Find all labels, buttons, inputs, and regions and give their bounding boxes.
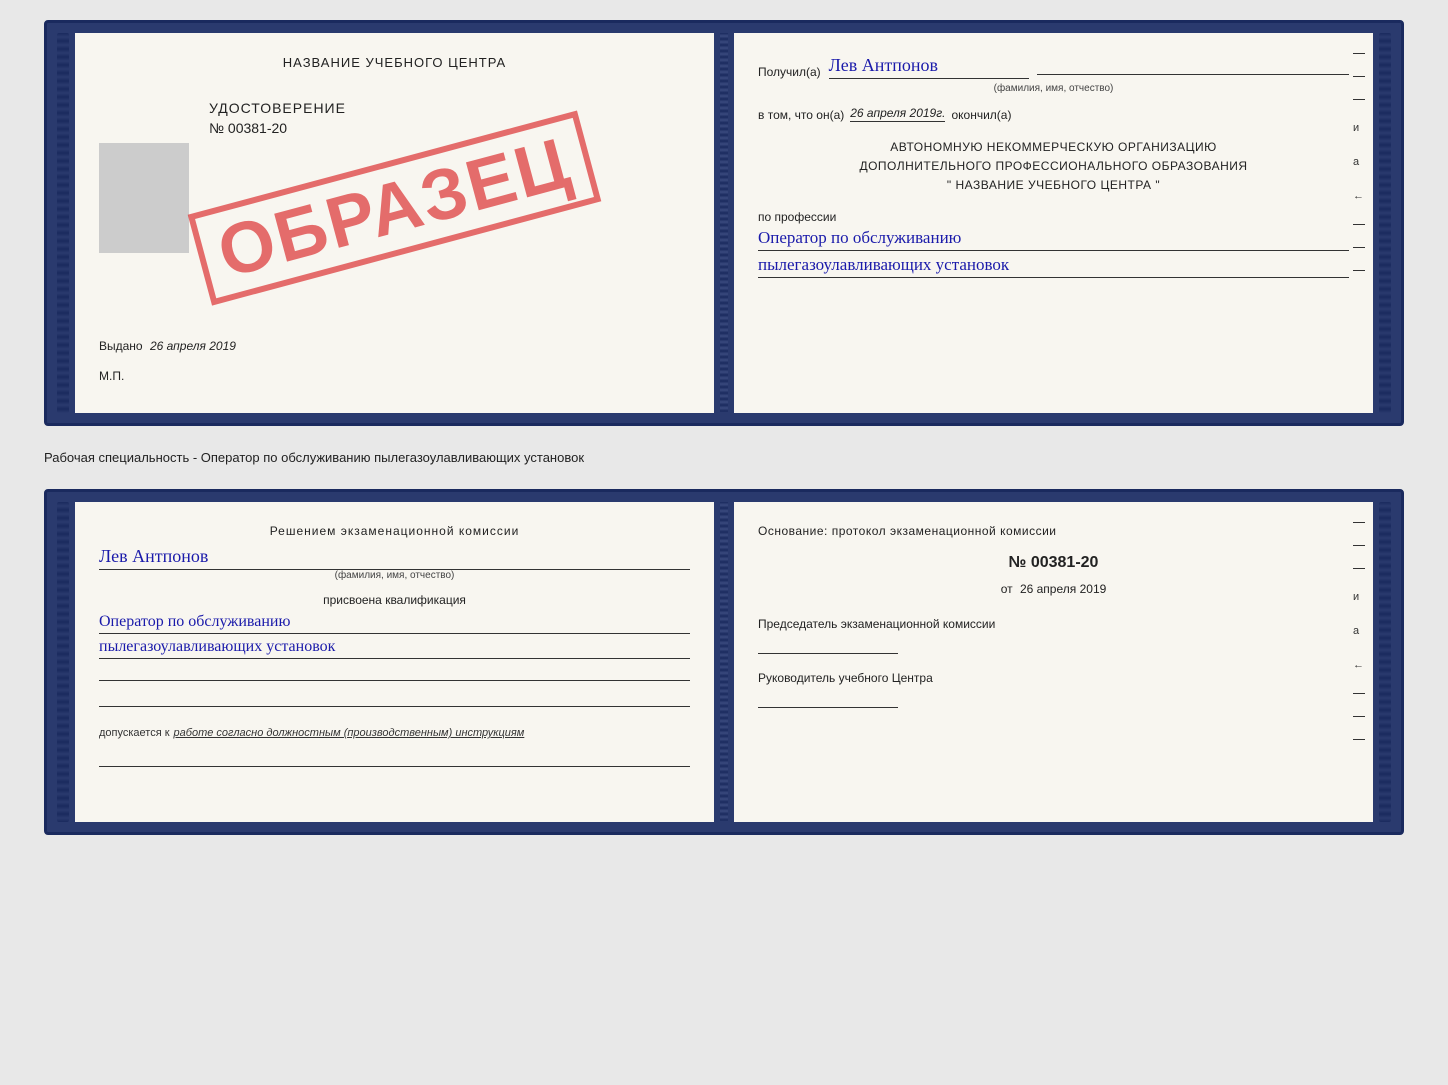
b-side-dash-4 (1353, 693, 1365, 694)
rukovoditel-section: Руководитель учебного Центра (758, 670, 1349, 708)
left-page: НАЗВАНИЕ УЧЕБНОГО ЦЕНТРА ОБРАЗЕЦ УДОСТОВ… (75, 33, 714, 413)
side-dash-2 (1353, 76, 1365, 77)
side-dash-3 (1353, 99, 1365, 100)
ot-label: от (1001, 582, 1013, 596)
okonchil-label: окончил(а) (951, 108, 1011, 122)
vydano-label: Выдано (99, 339, 143, 353)
vtom-date: 26 апреля 2019г. (850, 106, 945, 122)
center-spine (720, 33, 728, 413)
bottom-certificate-book: Решением экзаменационной комиссии Лев Ан… (44, 489, 1404, 835)
org-line2: ДОПОЛНИТЕЛЬНОГО ПРОФЕССИОНАЛЬНОГО ОБРАЗО… (758, 157, 1349, 176)
vtom-label: в том, что он(а) (758, 108, 844, 122)
vtom-line: в том, что он(а) 26 апреля 2019г. окончи… (758, 106, 1349, 122)
bottom-profession-line2: пылегазоулавливающих установок (99, 638, 690, 659)
org-block: АВТОНОМНУЮ НЕКОММЕРЧЕСКУЮ ОРГАНИЗАЦИЮ ДО… (758, 138, 1349, 196)
b-side-dash-6 (1353, 739, 1365, 740)
i-label: и (1353, 122, 1365, 134)
recipient-name: Лев Антпонов (829, 55, 1029, 79)
blank-line-2 (99, 689, 690, 707)
mp-line: М.П. (99, 369, 124, 383)
b-a-label: а (1353, 625, 1365, 637)
b-side-dash-3 (1353, 568, 1365, 569)
book-spine-right (1379, 33, 1391, 413)
bottom-spine-right (1379, 502, 1391, 822)
profession-line2: пылегазоулавливающих установок (758, 255, 1349, 278)
page-wrapper: НАЗВАНИЕ УЧЕБНОГО ЦЕНТРА ОБРАЗЕЦ УДОСТОВ… (44, 20, 1404, 835)
fio-label: (фамилия, имя, отчество) (758, 83, 1349, 94)
po-professii-label: по профессии (758, 210, 1349, 224)
b-side-dash-5 (1353, 716, 1365, 717)
photo-placeholder (99, 143, 189, 253)
cert-title: НАЗВАНИЕ УЧЕБНОГО ЦЕНТРА (99, 55, 690, 70)
org-line1: АВТОНОМНУЮ НЕКОММЕРЧЕСКУЮ ОРГАНИЗАЦИЮ (758, 138, 1349, 157)
vydano-date: 26 апреля 2019 (150, 339, 236, 353)
side-dash-1 (1353, 53, 1365, 54)
org-line3: " НАЗВАНИЕ УЧЕБНОГО ЦЕНТРА " (758, 176, 1349, 195)
udostoverenie-block: УДОСТОВЕРЕНИЕ № 00381-20 (209, 100, 690, 136)
side-dashes: и а ← (1353, 53, 1365, 271)
bottom-fio-label: (фамилия, имя, отчество) (99, 570, 690, 581)
rukovoditel-label: Руководитель учебного Центра (758, 670, 1349, 687)
b-side-dash-2 (1353, 545, 1365, 546)
rukovoditel-signature-line (758, 707, 898, 708)
blank-line-3 (99, 749, 690, 767)
protocol-number: № 00381-20 (758, 554, 1349, 572)
bottom-center-spine (720, 502, 728, 822)
side-dash-6 (1353, 270, 1365, 271)
bottom-left-page: Решением экзаменационной комиссии Лев Ан… (75, 502, 714, 822)
blank-line-1 (99, 663, 690, 681)
poluchil-line: Получил(а) Лев Антпонов (758, 55, 1349, 79)
side-dash-4 (1353, 224, 1365, 225)
bottom-side-dashes: и а ← (1353, 522, 1365, 740)
predsedatel-signature-line (758, 653, 898, 654)
name-dash-line (1037, 74, 1349, 75)
arrow-label: ← (1353, 190, 1365, 202)
right-page: Получил(а) Лев Антпонов (фамилия, имя, о… (734, 33, 1373, 413)
profession-line1: Оператор по обслуживанию (758, 228, 1349, 251)
book-spine-left (57, 33, 69, 413)
b-side-dash-1 (1353, 522, 1365, 523)
separator-text: Рабочая специальность - Оператор по обсл… (44, 444, 1404, 471)
predsedatel-label: Председатель экзаменационной комиссии (758, 616, 1349, 633)
obrazets-stamp: ОБРАЗЕЦ (188, 110, 602, 305)
prisvoena-label: присвоена квалификация (99, 593, 690, 607)
poluchil-label: Получил(а) (758, 65, 821, 79)
bottom-spine-left (57, 502, 69, 822)
dopuskaetsya-value: работе согласно должностным (производств… (174, 727, 525, 739)
resheniem-title: Решением экзаменационной комиссии (99, 524, 690, 538)
side-dash-5 (1353, 247, 1365, 248)
bottom-right-page: Основание: протокол экзаменационной коми… (734, 502, 1373, 822)
dopuskaetsya-block: допускается к работе согласно должностны… (99, 723, 690, 741)
dopuskaetsya-label: допускается к (99, 727, 170, 739)
udostoverenie-label: УДОСТОВЕРЕНИЕ (209, 100, 690, 116)
predsedatel-section: Председатель экзаменационной комиссии (758, 616, 1349, 654)
b-i-label: и (1353, 591, 1365, 603)
ot-date-value: 26 апреля 2019 (1020, 582, 1106, 596)
certificate-number: № 00381-20 (209, 120, 690, 136)
vydano-line: Выдано 26 апреля 2019 (99, 339, 236, 353)
a-label: а (1353, 156, 1365, 168)
osnovanie-title: Основание: протокол экзаменационной коми… (758, 524, 1349, 538)
bottom-profession-line1: Оператор по обслуживанию (99, 613, 690, 634)
bottom-recipient-name: Лев Антпонов (99, 546, 690, 570)
ot-date: от 26 апреля 2019 (758, 582, 1349, 596)
top-certificate-book: НАЗВАНИЕ УЧЕБНОГО ЦЕНТРА ОБРАЗЕЦ УДОСТОВ… (44, 20, 1404, 426)
b-arrow-label: ← (1353, 659, 1365, 671)
